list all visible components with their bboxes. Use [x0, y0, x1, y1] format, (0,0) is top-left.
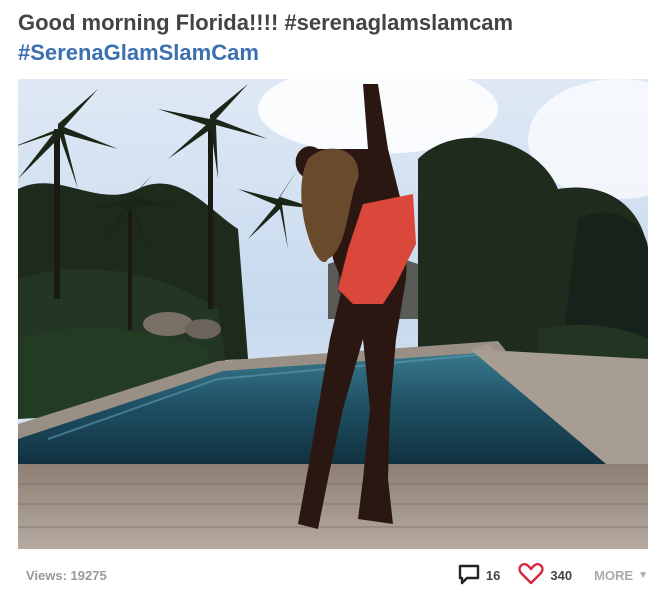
- comment-count: 16: [485, 567, 501, 583]
- speech-bubble-icon: [458, 563, 480, 588]
- more-menu-button[interactable]: MORE ▼: [594, 568, 648, 583]
- caret-down-icon: ▼: [638, 569, 648, 581]
- post-photo[interactable]: [18, 79, 648, 549]
- post-actions: 16 340 MORE ▼: [458, 560, 648, 590]
- like-button[interactable]: 340: [518, 562, 573, 588]
- caption-hashtag-link[interactable]: #SerenaGlamSlamCam: [18, 38, 648, 68]
- post-footer: Views: 19275 16 340 MORE ▼: [18, 560, 648, 590]
- views-count: Views: 19275: [26, 568, 107, 583]
- post-caption: Good morning Florida!!!! #serenaglamslam…: [18, 8, 648, 68]
- heart-outline-icon: [518, 562, 545, 588]
- like-count: 340: [550, 567, 573, 583]
- comment-button[interactable]: 16: [458, 563, 500, 588]
- more-label: MORE: [594, 567, 634, 583]
- caption-text: Good morning Florida!!!! #serenaglamslam…: [18, 10, 514, 35]
